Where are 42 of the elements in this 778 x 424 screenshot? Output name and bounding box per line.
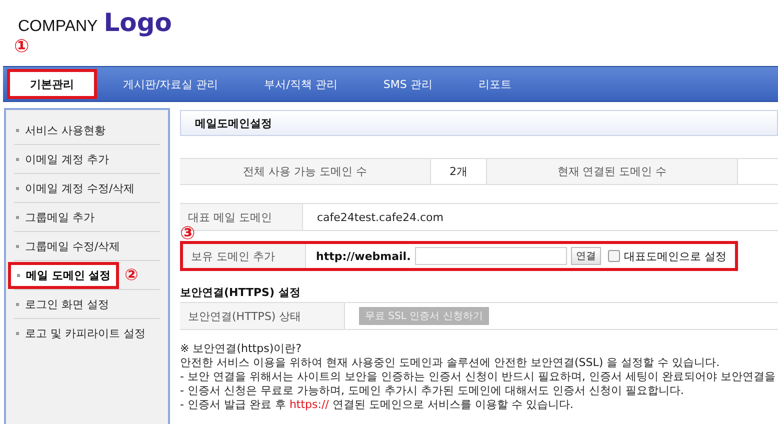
nav-tab[interactable]: 리포트 — [458, 68, 532, 100]
table-cell: 보유 도메인 추가 — [183, 244, 306, 268]
table-cell: 보안연결(HTTPS) 상태 — [180, 303, 345, 329]
nav-tab[interactable]: SMS 관리 — [363, 68, 452, 100]
bullet-icon — [17, 274, 20, 276]
checkbox[interactable] — [608, 250, 620, 262]
bullet-icon — [16, 302, 19, 306]
bullet-icon — [16, 244, 19, 248]
bullet-icon — [16, 216, 19, 218]
note-line: - 인증서 신청은 무료로 가능하며, 도메인 추가시 추가된 도메인에 대해서도 인증서 신청이 필요합니다. — [180, 384, 685, 398]
section-title: 보안연결(HTTPS) 설정 — [180, 285, 302, 300]
sidebar-item[interactable]: 로고 및 카피라이트 설정 — [14, 322, 150, 344]
table-cell: 2개 — [430, 159, 487, 184]
sidebar-item[interactable]: 서비스 사용현황 — [14, 120, 110, 140]
step-marker: ② — [124, 267, 138, 283]
sidebar-item[interactable]: 메일 도메인 설정 — [8, 262, 119, 288]
bullet-icon — [16, 332, 19, 334]
bullet-icon — [16, 128, 19, 132]
page-title: 메일도메인설정 — [195, 116, 272, 130]
bullet-icon — [16, 186, 19, 190]
notes-heading: ※ 보안연결(https)이란? — [180, 342, 302, 356]
nav-tab[interactable]: 게시판/자료실 관리 — [103, 68, 238, 100]
url-prefix: http://webmail. — [316, 250, 411, 262]
table-cell: 현재 연결된 도메인 수 — [487, 159, 737, 184]
logo-text: Logo — [104, 8, 172, 37]
nav-tab[interactable]: 기본관리 — [7, 69, 97, 99]
sidebar-item[interactable]: 그룹메일 수정/삭제 — [14, 236, 126, 256]
nav-tab[interactable]: 부서/직책 관리 — [244, 68, 358, 100]
bullet-icon — [16, 158, 19, 160]
note-line: 안전한 서비스 이용을 위하여 현재 사용중인 도메인과 솔루션에 안전한 보안연결(SSL) 을 설정할 수 있습니다. — [180, 356, 721, 370]
connect-button[interactable]: 연결 — [570, 247, 601, 265]
table-cell: 전체 사용 가능 도메인 수 — [180, 159, 430, 184]
step-marker: ① — [14, 36, 30, 57]
sidebar-item[interactable]: 로그인 화면 설정 — [14, 294, 114, 314]
note-line: - 보안 연결을 위해서는 사이트의 보안을 인증하는 인증서 신청이 반드시 필요하며, 인증서 세팅이 완료되어야 보안연결을 — [180, 370, 776, 384]
domain-field[interactable] — [414, 247, 567, 265]
checkbox-label[interactable]: 대표도메인으로 설정 — [624, 248, 726, 264]
sidebar-item[interactable]: 그룹메일 추가 — [14, 206, 100, 228]
company-text: COMPANY — [18, 18, 98, 36]
note-line: - 인증서 발급 완료 후 https:// 연결된 도메인으로 서비스를 이용할 수 있습니다. — [180, 398, 574, 412]
sidebar-item[interactable]: 이메일 계정 추가 — [14, 148, 114, 170]
sidebar-item[interactable]: 이메일 계정 수정/삭제 — [14, 178, 140, 198]
